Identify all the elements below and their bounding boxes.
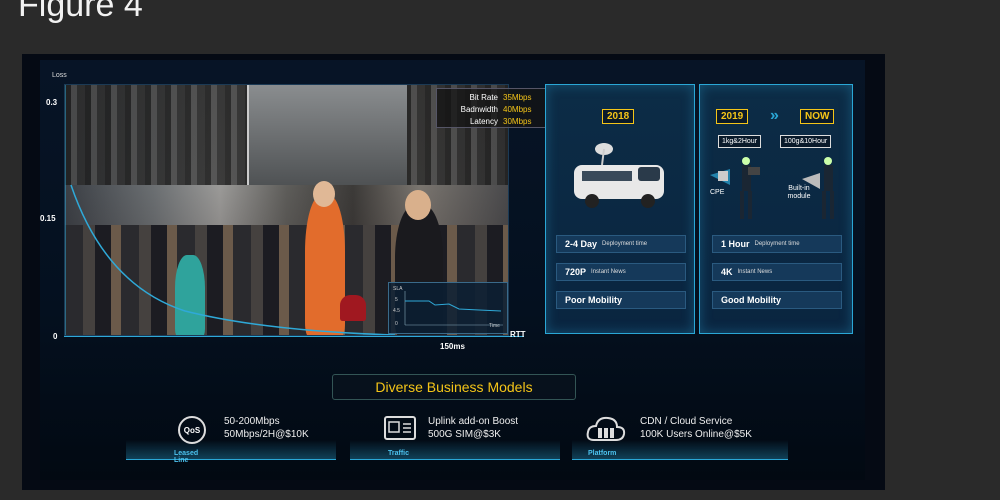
x-axis-label: RTT bbox=[510, 330, 526, 339]
deployment-time-now: 1 Hour Deployment time bbox=[712, 235, 842, 253]
card-platform-leased-line bbox=[126, 440, 336, 460]
panel-now: 2019 » NOW 1kg&2Hour 100g&10Hour CPE Bui… bbox=[699, 84, 853, 334]
double-chevron-right-icon: » bbox=[770, 107, 779, 124]
news-quality-2018: 720P Instant News bbox=[556, 263, 686, 281]
cameramen-icon bbox=[710, 157, 834, 219]
year-badge-2018: 2018 bbox=[602, 109, 635, 124]
cpe-spec-badge: 1kg&2Hour bbox=[718, 135, 762, 148]
y-tick-top: 0.3 bbox=[46, 98, 58, 107]
card-platform-traffic bbox=[350, 440, 560, 460]
figure-title: Figure 4 bbox=[18, 0, 143, 24]
slide: Loss 0.3 0.15 0 Bit Rate 35Mbps Badnwidth… bbox=[22, 54, 885, 490]
deployment-time-2018: 2-4 Day Deployment time bbox=[556, 235, 686, 253]
year-badge-now: NOW bbox=[800, 109, 835, 124]
cloud-server-icon bbox=[586, 416, 626, 441]
sim-card-icon bbox=[384, 416, 416, 440]
x-tick: 150ms bbox=[440, 342, 465, 351]
mobility-now: Good Mobility bbox=[712, 291, 842, 309]
builtin-module-label: Built-in module bbox=[787, 185, 811, 200]
module-spec-badge: 100g&10Hour bbox=[780, 135, 832, 148]
stream-stats-box: Bit Rate 35Mbps Badnwidth 40Mbps Latency 30… bbox=[436, 88, 546, 128]
panel-2018: 2018 2-4 Day Deployment time 720P Instant … bbox=[545, 84, 695, 334]
news-quality-now: 4K Instant News bbox=[712, 263, 842, 281]
cpe-label: CPE bbox=[710, 189, 725, 196]
y-tick-mid: 0.15 bbox=[40, 214, 56, 223]
y-tick-bottom: 0 bbox=[53, 332, 58, 341]
sla-mini-chart: SLA 5 4.5 0 Time bbox=[388, 282, 508, 334]
qos-icon: QoS bbox=[178, 416, 206, 444]
y-axis-label: Loss bbox=[52, 72, 67, 79]
slide-content: Loss 0.3 0.15 0 Bit Rate 35Mbps Badnwidth… bbox=[40, 60, 865, 480]
x-axis bbox=[64, 336, 524, 337]
year-badge-2019: 2019 bbox=[716, 109, 749, 124]
broadcast-van-icon bbox=[574, 143, 664, 208]
mobility-2018: Poor Mobility bbox=[556, 291, 686, 309]
business-models-title: Diverse Business Models bbox=[332, 374, 576, 400]
